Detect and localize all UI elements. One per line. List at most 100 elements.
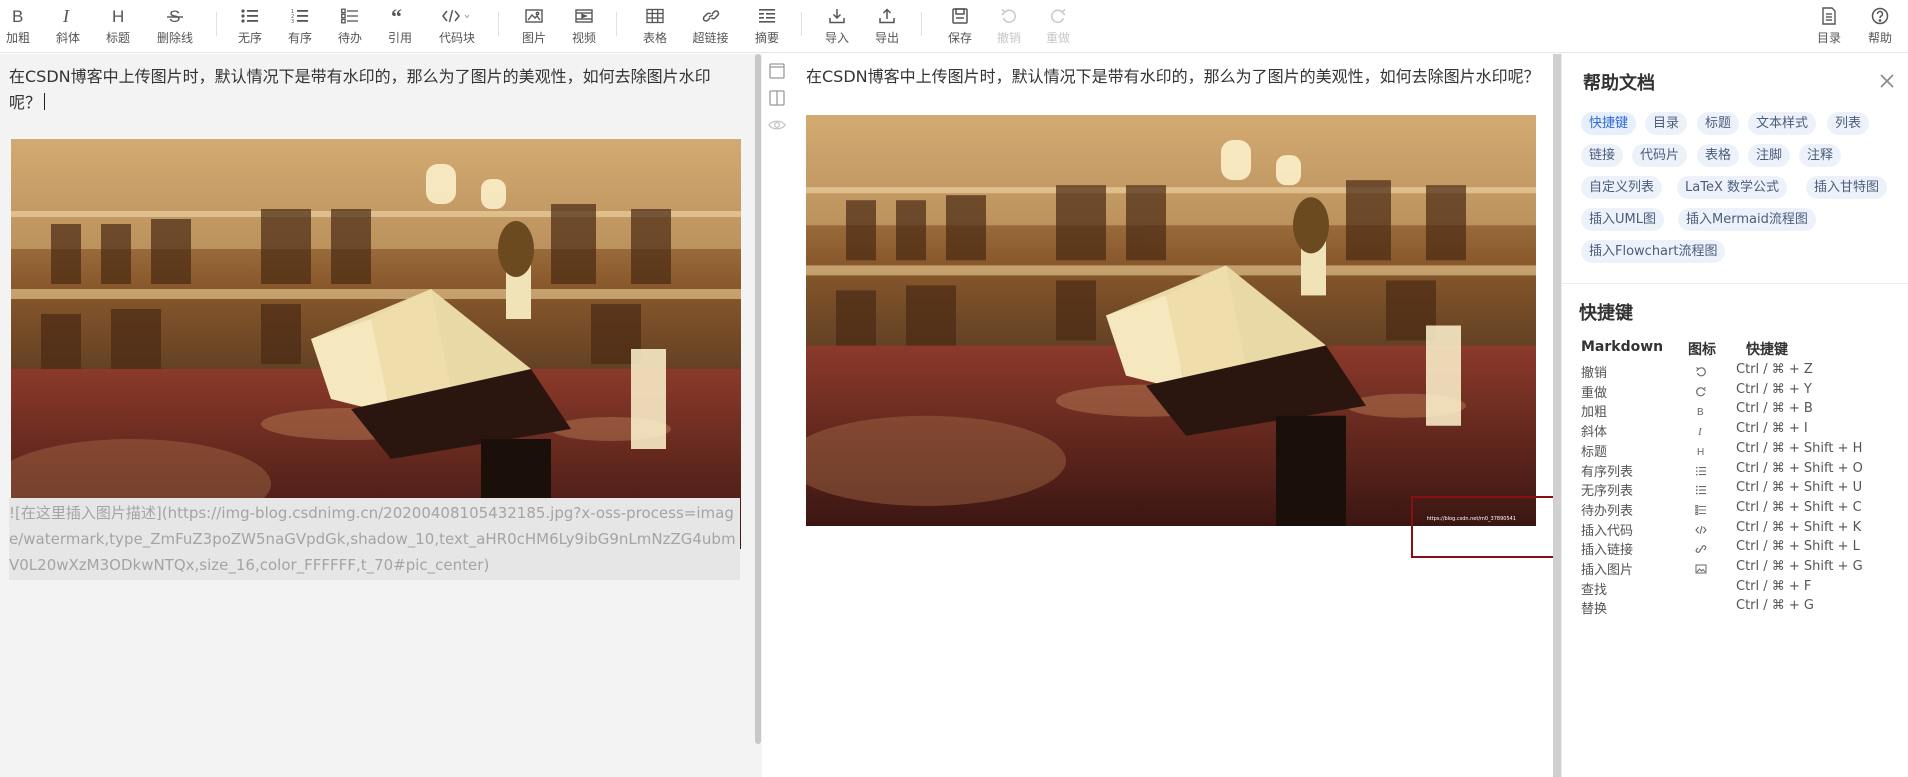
editor-scrollbar-thumb[interactable] (755, 54, 761, 744)
help-tag-flowchart[interactable]: 插入Flowchart流程图 (1581, 240, 1726, 263)
toolbar-divider (216, 12, 217, 36)
shortcut-name: 加粗 (1581, 405, 1608, 420)
markdown-image-line[interactable]: ![在这里插入图片描述](https://img-blog.csdnimg.cn… (9, 498, 740, 580)
shortcut-name: 插入图片 (1581, 563, 1634, 578)
heading-icon: H (110, 5, 126, 27)
svg-text:3: 3 (291, 19, 294, 24)
help-tag-custom-list[interactable]: 自定义列表 (1581, 176, 1663, 199)
shortcut-name: 无序列表 (1581, 484, 1634, 499)
two-column-icon[interactable] (768, 89, 786, 107)
preview-scrollbar[interactable] (1553, 54, 1561, 777)
redo-icon (1049, 5, 1067, 27)
quote-icon: “ (391, 5, 409, 27)
toc-button[interactable]: 目录 (1814, 5, 1844, 49)
shortcut-keys: Ctrl / ⌘ + Y (1736, 382, 1812, 397)
shortcut-name: 待办列表 (1581, 504, 1634, 519)
help-title: 帮助文档 (1583, 73, 1655, 94)
col-markdown: Markdown (1581, 339, 1664, 355)
toolbar-divider (921, 12, 922, 36)
help-tag-mermaid[interactable]: 插入Mermaid流程图 (1678, 208, 1816, 231)
undo-icon (1695, 363, 1709, 377)
ordered-list-button[interactable]: 123 有序 (285, 5, 315, 49)
svg-text:“: “ (391, 8, 402, 24)
code-block-button[interactable]: 代码块 (432, 5, 482, 49)
summary-button[interactable]: 摘要 (752, 5, 782, 49)
help-tag-table[interactable]: 表格 (1697, 144, 1740, 167)
todo-list-icon (341, 5, 359, 27)
shortcut-name: 有序列表 (1581, 465, 1634, 480)
help-tag-comment[interactable]: 注释 (1799, 144, 1842, 167)
shortcut-keys: Ctrl / ⌘ + B (1736, 401, 1813, 416)
close-icon[interactable] (1878, 72, 1896, 90)
eye-icon[interactable] (768, 116, 786, 134)
shortcut-keys: Ctrl / ⌘ + Shift + C (1736, 500, 1862, 515)
help-tag-heading[interactable]: 标题 (1697, 112, 1740, 135)
image-button[interactable]: 图片 (519, 5, 549, 49)
help-tag-latex[interactable]: LaTeX 数学公式 (1677, 176, 1787, 199)
italic-icon: I (1695, 422, 1709, 438)
shortcut-keys: Ctrl / ⌘ + Shift + G (1736, 559, 1863, 574)
bold-button[interactable]: B 加粗 (3, 5, 33, 49)
quote-button[interactable]: “ 引用 (385, 5, 415, 49)
shortcuts-title: 快捷键 (1579, 303, 1633, 324)
table-icon (646, 5, 664, 27)
shortcut-keys: Ctrl / ⌘ + Shift + U (1736, 480, 1863, 495)
help-tag-code[interactable]: 代码片 (1632, 144, 1688, 167)
help-tag-list[interactable]: 列表 (1827, 112, 1870, 135)
help-tag-gantt[interactable]: 插入甘特图 (1806, 176, 1888, 199)
shortcut-name: 撤销 (1581, 366, 1608, 381)
undo-button[interactable]: 撤销 (994, 5, 1024, 49)
help-tag-uml[interactable]: 插入UML图 (1581, 208, 1664, 231)
editor-paragraph[interactable]: 在CSDN博客中上传图片时，默认情况下是带有水印的，那么为了图片的美观性，如何去… (9, 64, 734, 116)
shortcut-keys: Ctrl / ⌘ + Shift + L (1736, 539, 1860, 554)
strikethrough-button[interactable]: S 删除线 (155, 5, 195, 49)
svg-text:B: B (1697, 407, 1704, 417)
help-panel: 帮助文档 快捷键 目录 标题 文本样式 列表 链接 代码片 表格 注脚 注释 自… (1561, 54, 1908, 777)
export-button[interactable]: 导出 (872, 5, 902, 49)
heading-button[interactable]: H 标题 (103, 5, 133, 49)
svg-text:H: H (112, 7, 124, 25)
help-tag-text-style[interactable]: 文本样式 (1748, 112, 1817, 135)
todo-list-button[interactable]: 待办 (335, 5, 365, 49)
svg-text:H: H (1697, 447, 1704, 457)
video-button[interactable]: 视频 (569, 5, 599, 49)
italic-button[interactable]: I 斜体 (53, 5, 83, 49)
toolbar-divider (498, 12, 499, 36)
library-photo-preview: https://blog.csdn.net/m0_37890541 (806, 115, 1536, 526)
help-tag-shortcuts[interactable]: 快捷键 (1581, 112, 1637, 135)
italic-icon: I (60, 5, 76, 27)
shortcut-keys: Ctrl / ⌘ + Z (1736, 362, 1813, 377)
help-tag-footnote[interactable]: 注脚 (1748, 144, 1791, 167)
table-button[interactable]: 表格 (640, 5, 670, 49)
unordered-list-icon (1695, 481, 1709, 495)
single-column-icon[interactable] (768, 62, 786, 80)
text-caret (44, 93, 46, 110)
view-mode-bar (762, 54, 792, 777)
toolbar-divider (616, 12, 617, 36)
help-tag-toc[interactable]: 目录 (1645, 112, 1688, 135)
shortcut-keys: Ctrl / ⌘ + Shift + O (1736, 461, 1863, 476)
link-button[interactable]: 超链接 (688, 5, 733, 49)
todo-list-icon (1695, 501, 1709, 515)
redo-button[interactable]: 重做 (1043, 5, 1073, 49)
unordered-list-icon (241, 5, 259, 27)
help-button[interactable]: 帮助 (1865, 5, 1895, 49)
link-icon (1695, 540, 1709, 554)
help-tag-link[interactable]: 链接 (1581, 144, 1624, 167)
unordered-list-button[interactable]: 无序 (235, 5, 265, 49)
link-icon (702, 5, 720, 27)
shortcut-name: 查找 (1581, 583, 1608, 598)
col-shortcut: 快捷键 (1746, 342, 1788, 358)
shortcut-name: 重做 (1581, 386, 1608, 401)
col-icon: 图标 (1688, 342, 1716, 358)
save-button[interactable]: 保存 (945, 5, 975, 49)
shortcut-name: 插入链接 (1581, 543, 1634, 558)
ordered-list-icon (1695, 462, 1709, 476)
code-block-icon (442, 5, 472, 27)
shortcut-name: 插入代码 (1581, 524, 1634, 539)
editor-image: https://blog.csdn.net/m0_37890541 (11, 139, 741, 549)
video-icon (575, 5, 593, 27)
toolbar-divider (801, 12, 802, 36)
shortcut-keys: Ctrl / ⌘ + Shift + H (1736, 441, 1863, 456)
import-button[interactable]: 导入 (822, 5, 852, 49)
